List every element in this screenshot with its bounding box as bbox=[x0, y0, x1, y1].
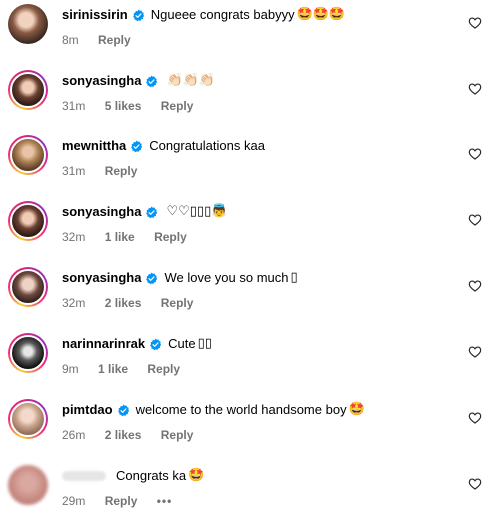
comment-line: Congrats ka 🤩 bbox=[62, 465, 204, 487]
comment-line: sirinissirin Ngueee congrats babyyy 🤩🤩🤩 bbox=[62, 4, 345, 26]
comment-username[interactable]: sonyasingha bbox=[62, 267, 141, 289]
heart-outline-icon[interactable] bbox=[468, 213, 482, 227]
comment-item: narinnarinrak Cute ▯▯ 9m 1 like Reply bbox=[0, 333, 492, 399]
comment-meta: 29m Reply ••• bbox=[62, 493, 188, 509]
avatar-image bbox=[10, 269, 46, 305]
comment-line: pimtdao welcome to the world handsome bo… bbox=[62, 399, 365, 421]
heart-outline-icon[interactable] bbox=[468, 82, 482, 96]
comment-item: sirinissirin Ngueee congrats babyyy 🤩🤩🤩 … bbox=[0, 4, 492, 70]
comment-item: sonyasingha ♡♡▯▯▯👼 32m 1 like Reply bbox=[0, 201, 492, 267]
comment-meta: 31m Reply bbox=[62, 163, 153, 179]
comment-line: mewnittha Congratulations kaa bbox=[62, 135, 265, 157]
comment-meta: 32m 1 like Reply bbox=[62, 229, 203, 245]
comment-time: 31m bbox=[62, 99, 86, 113]
verified-badge-icon bbox=[146, 206, 158, 218]
avatar-image bbox=[8, 465, 48, 505]
heart-outline-icon[interactable] bbox=[468, 477, 482, 491]
likes-count[interactable]: 5 likes bbox=[105, 99, 142, 113]
avatar[interactable] bbox=[8, 70, 48, 110]
avatar[interactable] bbox=[8, 399, 48, 439]
comment-meta: 8m Reply bbox=[62, 32, 147, 48]
comment-item: Congrats ka 🤩 29m Reply ••• bbox=[0, 465, 492, 531]
reply-button[interactable]: Reply bbox=[161, 296, 194, 310]
comment-item: sonyasingha 👏🏻👏🏻👏🏻 31m 5 likes Reply bbox=[0, 70, 492, 136]
avatar-image bbox=[10, 335, 46, 371]
comment-username[interactable]: mewnittha bbox=[62, 135, 126, 157]
comment-time: 26m bbox=[62, 428, 86, 442]
comment-time: 9m bbox=[62, 362, 79, 376]
heart-outline-icon[interactable] bbox=[468, 16, 482, 30]
comment-username[interactable]: sonyasingha bbox=[62, 70, 141, 92]
comment-emoji: ▯▯ bbox=[197, 336, 212, 351]
heart-outline-icon[interactable] bbox=[468, 147, 482, 161]
comment-emoji: 🤩🤩🤩 bbox=[296, 7, 346, 22]
comment-text: Cute bbox=[168, 336, 196, 351]
reply-button[interactable]: Reply bbox=[98, 33, 131, 47]
avatar-image bbox=[10, 72, 46, 108]
comment-time: 32m bbox=[62, 230, 86, 244]
comment-meta: 32m 2 likes Reply bbox=[62, 295, 209, 311]
comment-emoji: 🤩 bbox=[348, 402, 365, 417]
verified-badge-icon bbox=[131, 140, 143, 152]
comment-time: 8m bbox=[62, 33, 79, 47]
comment-text: Congratulations kaa bbox=[149, 138, 265, 153]
avatar[interactable] bbox=[8, 465, 48, 505]
comment-text: Ngueee congrats babyyy bbox=[150, 7, 295, 22]
comment-line: sonyasingha We love you so much ▯ bbox=[62, 267, 298, 289]
likes-count[interactable]: 1 like bbox=[105, 230, 135, 244]
reply-button[interactable]: Reply bbox=[147, 362, 180, 376]
avatar-image bbox=[8, 4, 48, 44]
likes-count[interactable]: 2 likes bbox=[105, 296, 142, 310]
comment-item: pimtdao welcome to the world handsome bo… bbox=[0, 399, 492, 465]
verified-badge-icon bbox=[132, 9, 144, 21]
more-options-icon[interactable]: ••• bbox=[157, 494, 173, 508]
reply-button[interactable]: Reply bbox=[161, 99, 194, 113]
comment-text: We love you so much bbox=[164, 270, 289, 285]
avatar-image bbox=[10, 401, 46, 437]
reply-button[interactable]: Reply bbox=[154, 230, 187, 244]
comment-emoji: ♡♡▯▯▯👼 bbox=[166, 204, 228, 219]
comment-username[interactable]: pimtdao bbox=[62, 399, 113, 421]
comment-line: narinnarinrak Cute ▯▯ bbox=[62, 333, 212, 355]
verified-badge-icon bbox=[146, 272, 158, 284]
avatar-image bbox=[10, 137, 46, 173]
comment-text: welcome to the world handsome boy bbox=[135, 402, 347, 417]
comment-item: sonyasingha We love you so much ▯ 32m 2 … bbox=[0, 267, 492, 333]
comment-time: 29m bbox=[62, 494, 86, 508]
avatar[interactable] bbox=[8, 135, 48, 175]
comment-meta: 9m 1 like Reply bbox=[62, 361, 196, 377]
likes-count[interactable]: 2 likes bbox=[105, 428, 142, 442]
avatar[interactable] bbox=[8, 267, 48, 307]
comment-meta: 26m 2 likes Reply bbox=[62, 427, 209, 443]
comment-emoji: 🤩 bbox=[188, 468, 205, 483]
comment-username[interactable]: sirinissirin bbox=[62, 4, 128, 26]
avatar[interactable] bbox=[8, 333, 48, 373]
verified-badge-icon bbox=[146, 75, 158, 87]
avatar[interactable] bbox=[8, 4, 48, 44]
heart-outline-icon[interactable] bbox=[468, 279, 482, 293]
comment-text: Congrats ka bbox=[116, 468, 187, 483]
heart-outline-icon[interactable] bbox=[468, 411, 482, 425]
comment-emoji: ▯ bbox=[290, 270, 298, 285]
verified-badge-icon bbox=[117, 404, 129, 416]
comment-emoji: 👏🏻👏🏻👏🏻 bbox=[166, 73, 216, 88]
reply-button[interactable]: Reply bbox=[161, 428, 194, 442]
comment-line: sonyasingha 👏🏻👏🏻👏🏻 bbox=[62, 70, 215, 92]
comment-username[interactable]: sonyasingha bbox=[62, 201, 141, 223]
comment-username[interactable]: narinnarinrak bbox=[62, 333, 145, 355]
heart-outline-icon[interactable] bbox=[468, 345, 482, 359]
comment-item: mewnittha Congratulations kaa 31m Reply bbox=[0, 135, 492, 201]
redacted-username bbox=[62, 471, 106, 481]
avatar[interactable] bbox=[8, 201, 48, 241]
comment-time: 31m bbox=[62, 164, 86, 178]
verified-badge-icon bbox=[150, 338, 162, 350]
comment-line: sonyasingha ♡♡▯▯▯👼 bbox=[62, 201, 227, 223]
avatar-image bbox=[10, 203, 46, 239]
reply-button[interactable]: Reply bbox=[105, 494, 138, 508]
likes-count[interactable]: 1 like bbox=[98, 362, 128, 376]
reply-button[interactable]: Reply bbox=[105, 164, 138, 178]
comment-meta: 31m 5 likes Reply bbox=[62, 98, 209, 114]
comment-time: 32m bbox=[62, 296, 86, 310]
